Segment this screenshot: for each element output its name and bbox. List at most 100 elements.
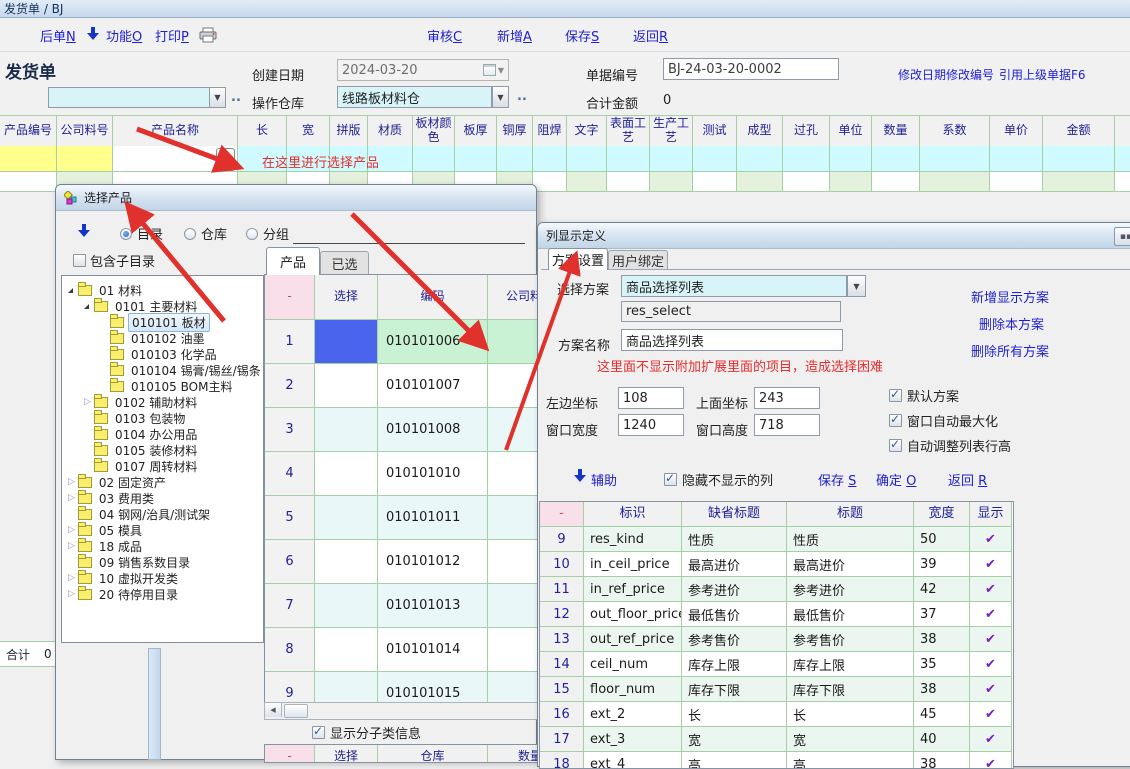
product-select-cell[interactable] [315,584,378,628]
column-visible-check[interactable]: ✔ [970,702,1012,727]
product-grid-cell[interactable] [488,452,540,496]
column-visible-check[interactable]: ✔ [970,752,1012,769]
product-row[interactable]: 2010101007 [265,364,540,408]
customer-combo-arrow[interactable]: ▼ [209,87,226,108]
main-grid-edit-cell[interactable]: … [113,146,238,172]
column-table-row[interactable]: 17ext_3宽宽40✔ [540,727,1012,752]
column-table-row[interactable]: 9res_kind性质性质50✔ [540,527,1012,552]
tree-item[interactable]: ▷0102 辅助材料 [84,394,257,410]
tree-item[interactable]: ▷18 成品 [68,538,257,554]
column-table-row[interactable]: 12out_floor_price最低售价最低售价37✔ [540,602,1012,627]
product-select-cell[interactable] [315,452,378,496]
tab-product[interactable]: 产品 [266,247,320,275]
column-visible-check[interactable]: ✔ [970,627,1012,652]
column-visible-check[interactable]: ✔ [970,577,1012,602]
product-select-cell[interactable] [315,672,378,704]
product-row[interactable]: 7 010101013 [265,584,540,628]
tree-expander-closed-icon[interactable]: ▷ [68,526,75,535]
toolbar-P[interactable]: 打印P [155,26,189,45]
main-grid-cell[interactable] [567,172,607,192]
product-row[interactable]: 6010101012 [265,540,540,584]
main-grid-cell[interactable] [0,172,57,192]
product-grid-cell[interactable]: 010101011 [378,496,488,540]
product-row[interactable]: 4010101010 [265,452,540,496]
tree-expander-open-icon[interactable] [68,288,73,293]
main-grid-edit-cell[interactable] [783,146,830,172]
warehouse-combo[interactable]: 线路板材料仓 [337,86,492,108]
main-grid-edit-cell[interactable] [650,146,693,172]
column-table-row[interactable]: 15floor_num库存下限库存下限38✔ [540,677,1012,702]
main-grid-edit-cell[interactable] [872,146,920,172]
include-subdir-checkbox[interactable]: 包含子目录 [73,251,155,270]
option-checkbox-2[interactable]: ✓自动调整列表行高 [889,436,1011,455]
select-product-titlebar[interactable]: 选择产品 [56,185,536,211]
tree-item[interactable]: 010103 化学品 [100,346,257,362]
product-grid-cell[interactable]: 7 [265,584,315,628]
printer-icon[interactable] [198,27,218,43]
main-grid-edit-cell[interactable] [737,146,783,172]
main-grid-edit-cell[interactable] [497,146,533,172]
toolbar-N[interactable]: 后单N [40,26,76,45]
tree-item[interactable]: ▷05 模具 [68,522,257,538]
product-grid-cell[interactable]: 010101006 [378,320,488,364]
product-grid-cell[interactable]: 9 [265,672,315,704]
main-grid-edit-cell[interactable] [693,146,737,172]
warehouse-combo-arrow[interactable]: ▼ [492,86,509,108]
show-subclass-info-checkbox[interactable]: ✓显示分子类信息 [312,723,421,742]
main-grid-edit-cell[interactable] [990,146,1043,172]
dialog-close-button[interactable]: ▪▪ [1114,227,1130,246]
product-grid-cell[interactable]: 010101010 [378,452,488,496]
tree-expander-closed-icon[interactable]: ▷ [84,398,91,407]
action-link-1[interactable]: 删除本方案 [979,314,1044,333]
product-select-cell[interactable] [315,540,378,584]
tree-item[interactable]: 010104 锡膏/锡丝/锡条 [100,362,257,378]
dialog-button-R[interactable]: 返回 R [948,470,987,489]
product-grid-cell[interactable]: 010101015 [378,672,488,704]
column-table-row[interactable]: 10in_ceil_price最高进价最高进价39✔ [540,552,1012,577]
toolbar-R[interactable]: 返回R [633,26,668,45]
main-grid-cell[interactable] [783,172,830,192]
tree-item[interactable]: 0107 周转材料 [84,458,257,474]
tree-item[interactable]: 010102 油墨 [100,330,257,346]
column-table-row[interactable]: 13out_ref_price参考售价参考售价38✔ [540,627,1012,652]
modify-date-link[interactable]: 修改日期 [898,66,946,83]
dialog-down-arrow-icon[interactable] [77,224,91,238]
tree-item[interactable]: 0105 装修材料 [84,442,257,458]
main-grid-edit-cell[interactable] [413,146,455,172]
main-grid-cell[interactable] [872,172,920,192]
product-row[interactable]: 8010101014 [265,628,540,672]
option-checkbox-0[interactable]: ✓默认方案 [889,386,959,405]
column-visible-check[interactable]: ✔ [970,527,1012,552]
tree-item[interactable]: 0104 办公用品 [84,426,257,442]
pos-field-input[interactable]: 718 [754,414,820,436]
warehouse-dots[interactable]: .. [517,89,527,104]
scheme-combo[interactable]: 商品选择列表 [621,275,847,297]
product-grid-cell[interactable] [488,672,540,704]
main-grid-cell[interactable] [920,172,990,192]
tree-item[interactable]: 04 钢网/治具/测试架 [68,506,257,522]
vertical-splitter[interactable] [148,648,161,760]
column-table-row[interactable]: 16ext_2长长45✔ [540,702,1012,727]
column-define-titlebar[interactable]: 列显示定义 ▪▪ [538,223,1130,249]
product-grid-cell[interactable]: 010101013 [378,584,488,628]
main-grid-cell[interactable] [830,172,872,192]
main-grid-cell[interactable] [990,172,1043,192]
main-grid-cell[interactable] [650,172,693,192]
column-table-row[interactable]: 18ext_4高高38✔ [540,752,1012,769]
product-grid-cell[interactable]: 5 [265,496,315,540]
tree-item[interactable]: ▷10 虚拟开发类 [68,570,257,586]
main-grid-cell[interactable] [737,172,783,192]
column-visible-check[interactable]: ✔ [970,652,1012,677]
column-table-row[interactable]: 14ceil_num库存上限库存上限35✔ [540,652,1012,677]
product-row[interactable]: 9 010101015 [265,672,540,704]
product-grid-cell[interactable]: 6 [265,540,315,584]
dialog-button-O[interactable]: 确定 O [876,470,916,489]
product-select-cell[interactable] [315,320,378,364]
product-grid-cell[interactable]: 010101014 [378,628,488,672]
function-down-arrow-icon[interactable] [86,27,100,41]
tree-expander-closed-icon[interactable]: ▷ [68,542,75,551]
product-grid-cell[interactable] [488,540,540,584]
main-grid-edit-cell[interactable] [57,146,113,172]
main-grid-edit-cell[interactable] [1043,146,1115,172]
created-date-combo[interactable]: 2024-03-20 ▼ [337,59,509,81]
